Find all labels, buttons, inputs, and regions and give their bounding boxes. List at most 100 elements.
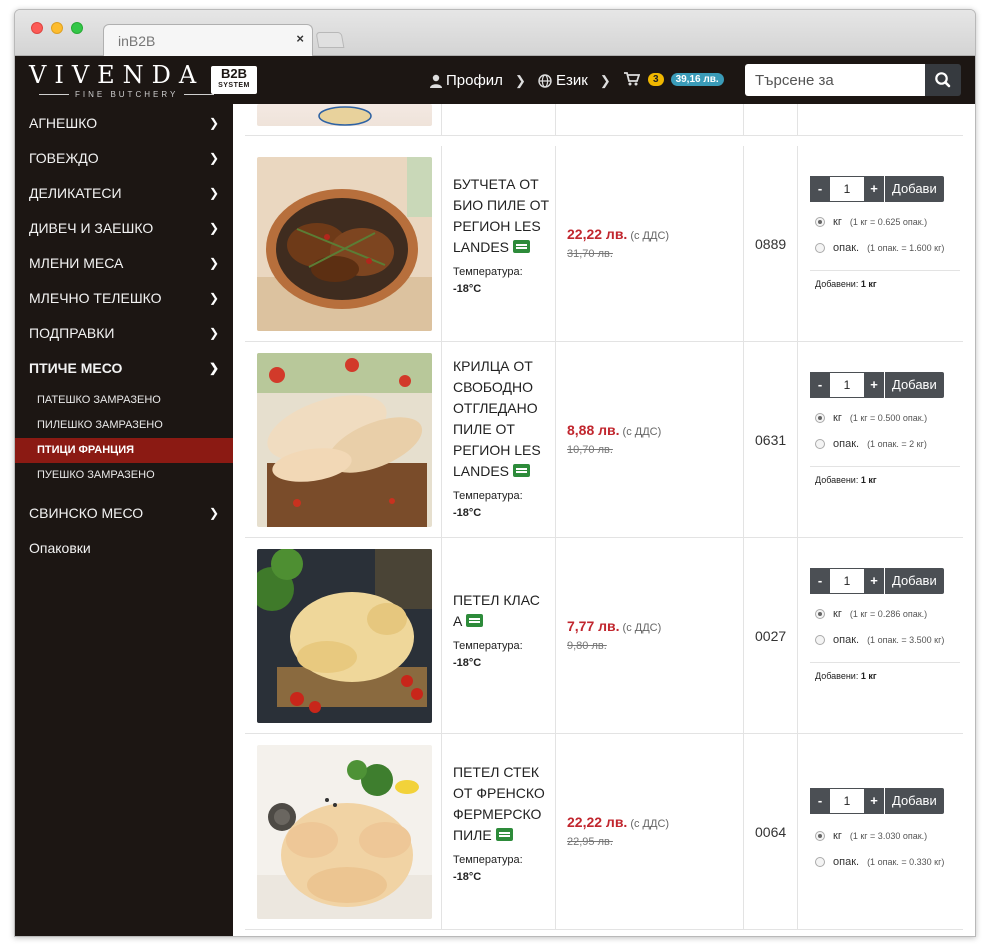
sidebar-item-pork[interactable]: СВИНСКО МЕСО ❯ (15, 496, 233, 531)
radio-kg[interactable] (815, 831, 825, 841)
decrease-button[interactable]: - (810, 568, 830, 594)
sidebar-item-game[interactable]: ДИВЕЧ И ЗАЕШКО ❯ (15, 211, 233, 246)
divider (810, 270, 960, 271)
product-name[interactable]: КРИЛЦА ОТ СВОБОДНО ОТГЛЕДАНО ПИЛЕ ОТ РЕГ… (453, 356, 553, 522)
language-link[interactable]: Език ❯ (538, 72, 611, 89)
chevron-right-icon: ❯ (208, 326, 219, 340)
vat-label: (с ДДС) (630, 818, 670, 830)
unit-option-pack[interactable]: опак. (1 опак. = 2 кг) (815, 438, 927, 450)
radio-kg[interactable] (815, 217, 825, 227)
unit-kg-hint: (1 кг = 0.625 опак.) (849, 217, 928, 227)
tab-title: inB2B (118, 33, 156, 49)
cart-link[interactable]: 3 39,16 лв. (624, 72, 724, 86)
add-to-cart-button[interactable]: Добави (885, 788, 944, 814)
chevron-right-icon: ❯ (208, 361, 219, 375)
sidebar-item-minced-meat[interactable]: МЛЕНИ МЕСА ❯ (15, 246, 233, 281)
product-price: 22,22 лв. (с ДДС) (567, 814, 669, 830)
chevron-right-icon: ❯ (208, 186, 219, 200)
product-name[interactable]: БУТЧЕТА ОТ БИО ПИЛЕ ОТ РЕГИОН LES LANDES… (453, 174, 553, 298)
sidebar-item-packaging[interactable]: Опаковки (15, 531, 233, 566)
sidebar-subitem-duck-frozen[interactable]: ПАТЕШКО ЗАМРАЗЕНО (15, 388, 233, 413)
unit-option-kg[interactable]: кг (1 кг = 3.030 опак.) (815, 830, 927, 842)
radio-pack[interactable] (815, 243, 825, 253)
add-to-cart-button[interactable]: Добави (885, 568, 944, 594)
new-tab-button[interactable] (315, 32, 345, 48)
unit-option-kg[interactable]: кг (1 кг = 0.625 опак.) (815, 216, 927, 228)
unit-option-kg[interactable]: кг (1 кг = 0.286 опак.) (815, 608, 927, 620)
sidebar-item-spices[interactable]: ПОДПРАВКИ ❯ (15, 316, 233, 351)
sidebar-item-delicacies[interactable]: ДЕЛИКАТЕСИ ❯ (15, 176, 233, 211)
unit-option-kg[interactable]: кг (1 кг = 0.500 опак.) (815, 412, 927, 424)
unit-kg-label: кг (833, 412, 842, 424)
quantity-stepper: - 1 + Добави (810, 568, 944, 594)
globe-icon (538, 73, 552, 88)
unit-pack-hint: (1 опак. = 0.330 кг) (867, 857, 945, 867)
product-image[interactable] (257, 353, 432, 527)
unit-option-pack[interactable]: опак. (1 опак. = 3.500 кг) (815, 634, 944, 646)
product-image[interactable] (257, 549, 432, 723)
cart-icon (624, 72, 640, 86)
maximize-window-button[interactable] (71, 22, 83, 34)
table-row: КРИЛЦА ОТ СВОБОДНО ОТГЛЕДАНО ПИЛЕ ОТ РЕГ… (245, 342, 963, 538)
added-label: Добавени: (815, 475, 859, 485)
temperature-label: Температура: (453, 854, 523, 866)
price-value: 8,88 лв. (567, 422, 620, 438)
sidebar-subitem-chicken-frozen[interactable]: ПИЛЕШКО ЗАМРАЗЕНО (15, 413, 233, 438)
sidebar-item-lamb[interactable]: АГНЕШКО ❯ (15, 106, 233, 141)
radio-pack[interactable] (815, 439, 825, 449)
close-window-button[interactable] (31, 22, 43, 34)
sidebar-item-veal[interactable]: МЛЕЧНО ТЕЛЕШКО ❯ (15, 281, 233, 316)
sidebar-subitem-poultry-france[interactable]: ПТИЦИ ФРАНЦИЯ (15, 438, 233, 463)
quantity-input[interactable]: 1 (830, 568, 864, 594)
increase-button[interactable]: + (864, 372, 884, 398)
sidebar-item-label: ДИВЕЧ И ЗАЕШКО (29, 220, 154, 236)
logo[interactable]: VIVENDA (29, 61, 204, 89)
sidebar-item-beef[interactable]: ГОВЕЖДО ❯ (15, 141, 233, 176)
old-price: 31,70 лв. (567, 248, 613, 260)
decrease-button[interactable]: - (810, 788, 830, 814)
tab-close-icon[interactable]: × (296, 31, 304, 46)
unit-option-pack[interactable]: опак. (1 опак. = 0.330 кг) (815, 856, 944, 868)
unit-pack-label: опак. (833, 242, 860, 254)
radio-pack[interactable] (815, 635, 825, 645)
product-name[interactable]: ПЕТЕЛ КЛАС А Температура: -18°C (453, 590, 553, 672)
product-image[interactable] (257, 157, 432, 331)
old-price: 22,95 лв. (567, 836, 613, 848)
user-icon (430, 74, 442, 88)
unit-kg-label: кг (833, 608, 842, 620)
table-row: ПЕТЕЛ СТЕК ОТ ФРЕНСКО ФЕРМЕРСКО ПИЛЕ Тем… (245, 734, 963, 930)
quantity-input[interactable]: 1 (830, 372, 864, 398)
decrease-button[interactable]: - (810, 372, 830, 398)
add-to-cart-button[interactable]: Добави (885, 176, 944, 202)
decrease-button[interactable]: - (810, 176, 830, 202)
unit-pack-label: опак. (833, 438, 860, 450)
product-price: 22,22 лв. (с ДДС) (567, 226, 669, 242)
sidebar-item-poultry[interactable]: ПТИЧЕ МЕСО ❯ (15, 351, 233, 386)
add-to-cart-button[interactable]: Добави (885, 372, 944, 398)
profile-link[interactable]: Профил ❯ (430, 72, 526, 89)
search-input[interactable] (745, 64, 925, 96)
table-row (245, 104, 963, 136)
product-image[interactable] (257, 745, 432, 919)
radio-pack[interactable] (815, 857, 825, 867)
minimize-window-button[interactable] (51, 22, 63, 34)
sidebar-subitem-turkey-frozen[interactable]: ПУЕШКО ЗАМРАЗЕНО (15, 463, 233, 488)
increase-button[interactable]: + (864, 788, 884, 814)
added-info: Добавени: 1 кг (815, 671, 877, 681)
temperature-value: -18°C (453, 657, 482, 669)
browser-tab[interactable]: inB2B × (103, 24, 313, 56)
top-navbar: VIVENDA FINE BUTCHERY B2B SYSTEM Профил … (15, 56, 975, 104)
browser-chrome: inB2B × (15, 10, 975, 56)
added-value: 1 кг (860, 671, 877, 681)
unit-option-pack[interactable]: опак. (1 опак. = 1.600 кг) (815, 242, 944, 254)
search-button[interactable] (925, 64, 961, 96)
increase-button[interactable]: + (864, 568, 884, 594)
increase-button[interactable]: + (864, 176, 884, 202)
radio-kg[interactable] (815, 413, 825, 423)
sidebar-item-label: АГНЕШКО (29, 115, 98, 131)
quantity-input[interactable]: 1 (830, 788, 864, 814)
product-price: 7,77 лв. (с ДДС) (567, 618, 661, 634)
radio-kg[interactable] (815, 609, 825, 619)
quantity-input[interactable]: 1 (830, 176, 864, 202)
product-name[interactable]: ПЕТЕЛ СТЕК ОТ ФРЕНСКО ФЕРМЕРСКО ПИЛЕ Тем… (453, 762, 553, 886)
